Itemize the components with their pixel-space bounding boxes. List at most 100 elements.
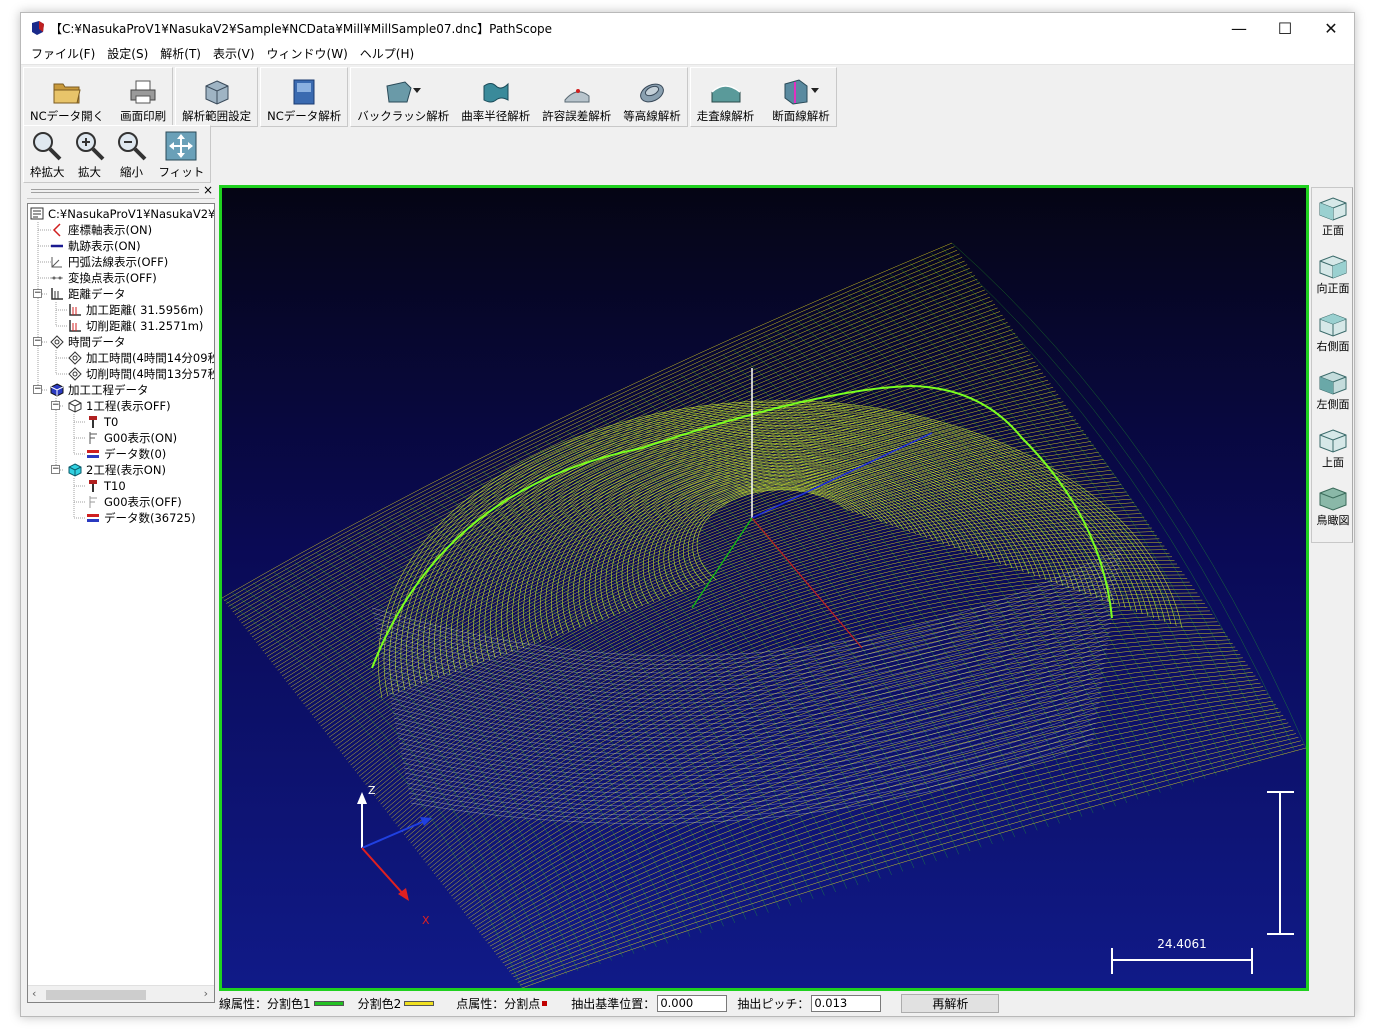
title-bar: 【C:¥NasukaProV1¥NasukaV2¥Sample¥NCData¥M…: [21, 13, 1354, 43]
backlash-analysis-button[interactable]: バックラッシ解析: [354, 70, 452, 124]
arc-normal-icon: [50, 255, 64, 269]
tree-p2-count[interactable]: データ数(36725): [86, 510, 196, 526]
zoom-out-button[interactable]: 縮小: [113, 128, 151, 180]
base-position-input[interactable]: 0.000: [657, 994, 728, 1012]
view-bird-button[interactable]: 鳥瞰図: [1312, 478, 1354, 536]
tool-icon: [86, 415, 100, 429]
document-icon: [30, 207, 44, 221]
toolpath-viewport[interactable]: Z X 24.4061: [219, 185, 1309, 991]
zoom-out-icon: [117, 132, 146, 161]
view-front-button[interactable]: 正面: [1312, 188, 1354, 246]
scale-value: 24.4061: [1157, 937, 1207, 951]
tree-process2[interactable]: 2工程(表示ON): [68, 462, 166, 478]
menu-settings[interactable]: 設定(S): [101, 45, 154, 62]
scroll-left-icon[interactable]: ‹: [32, 987, 36, 1000]
tolerance-analysis-button[interactable]: 許容誤差解析: [539, 70, 614, 124]
nc-book-icon: [293, 79, 315, 105]
scanline-analysis-button[interactable]: 走査線解析: [694, 70, 758, 124]
tree-machining-time[interactable]: 加工時間(4時間14分09秒: [68, 350, 214, 366]
line-color2-swatch: [404, 1000, 435, 1006]
pitch-input[interactable]: 0.013: [811, 994, 882, 1012]
contour-analysis-button[interactable]: 等高線解析: [620, 70, 684, 124]
menu-bar: ファイル(F) 設定(S) 解析(T) 表示(V) ウィンドウ(W) ヘルプ(H…: [21, 43, 1354, 65]
point-attr-status: 点属性：分割点: [456, 995, 548, 1012]
backlash-icon: [386, 81, 422, 103]
section-analysis-button[interactable]: 断面線解析: [769, 70, 833, 124]
tree-convert-points[interactable]: 変換点表示(OFF): [50, 270, 157, 286]
toolpath-canvas[interactable]: Z X 24.4061: [222, 188, 1306, 988]
zoom-in-icon: [75, 132, 104, 161]
axis-x-label: X: [422, 914, 430, 927]
menu-help[interactable]: ヘルプ(H): [354, 45, 420, 62]
expander-process2[interactable]: −: [51, 465, 60, 474]
expander-time[interactable]: −: [33, 337, 42, 346]
tree-p1-count[interactable]: データ数(0): [86, 446, 166, 462]
scanline-icon: [711, 85, 741, 103]
cube-top-icon: [1319, 429, 1347, 453]
folder-icon: [53, 83, 81, 104]
zoom-frame-button[interactable]: 枠拡大: [28, 128, 67, 180]
scroll-thumb[interactable]: [46, 990, 146, 1000]
split-color2-status: 分割色2: [358, 995, 435, 1012]
solid-cube-icon: [68, 463, 82, 477]
menu-window[interactable]: ウィンドウ(W): [261, 45, 354, 62]
minimize-button[interactable]: —: [1216, 13, 1262, 43]
view-top-button[interactable]: 上面: [1312, 420, 1354, 478]
axis-icon: [50, 223, 64, 237]
tree-distance[interactable]: 距離データ: [50, 286, 126, 302]
magnifier-icon: [33, 132, 62, 161]
window-title: 【C:¥NasukaProV1¥NasukaV2¥Sample¥NCData¥M…: [50, 21, 553, 36]
tree-path[interactable]: 軌跡表示(ON): [50, 238, 141, 254]
menu-file[interactable]: ファイル(F): [25, 45, 101, 62]
line-color1-swatch: [313, 1000, 344, 1006]
tool-icon: [86, 479, 100, 493]
panel-close-button[interactable]: ×: [203, 183, 213, 197]
expander-distance[interactable]: −: [33, 289, 42, 298]
print-button[interactable]: 画面印刷: [117, 70, 169, 124]
view-left-button[interactable]: 左側面: [1312, 362, 1354, 420]
g00-icon: [86, 431, 100, 445]
nc-analysis-button[interactable]: NCデータ解析: [264, 70, 344, 124]
close-button[interactable]: ✕: [1308, 13, 1354, 43]
tree-cutting-time[interactable]: 切削時間(4時間13分57秒: [68, 366, 214, 382]
tolerance-icon: [564, 89, 590, 103]
open-nc-button[interactable]: NCデータ開く: [27, 70, 107, 124]
curvature-icon: [483, 82, 509, 103]
tree-p2-g00[interactable]: G00表示(OFF): [86, 494, 182, 510]
tree-process1[interactable]: 1工程(表示OFF): [68, 398, 171, 414]
tree-root[interactable]: C:¥NasukaProV1¥NasukaV2¥Sa: [30, 206, 214, 222]
base-position-field: 抽出基準位置： 0.000: [571, 994, 728, 1012]
process-cube-icon: [50, 383, 64, 397]
curvature-analysis-button[interactable]: 曲率半径解析: [458, 70, 533, 124]
tree-process-data[interactable]: 加工工程データ: [50, 382, 149, 398]
expander-process-data[interactable]: −: [33, 385, 42, 394]
view-back-button[interactable]: 向正面: [1312, 246, 1354, 304]
status-bar: 線属性：分割色1 分割色2 点属性：分割点 抽出基準位置： 0.000 抽出ピッ…: [219, 992, 1319, 1014]
pitch-field: 抽出ピッチ： 0.013: [737, 994, 882, 1012]
maximize-button[interactable]: ☐: [1262, 13, 1308, 43]
tree-arc-normal[interactable]: 円弧法線表示(OFF): [50, 254, 168, 270]
menu-analysis[interactable]: 解析(T): [154, 45, 207, 62]
scroll-right-icon[interactable]: ›: [204, 987, 208, 1000]
expander-process1[interactable]: −: [51, 401, 60, 410]
tree-horizontal-scrollbar[interactable]: ‹ ›: [28, 985, 214, 1002]
menu-view[interactable]: 表示(V): [207, 45, 261, 62]
tree-p1-tool[interactable]: T0: [86, 414, 118, 430]
tree-axis[interactable]: 座標軸表示(ON): [50, 222, 152, 238]
data-count-icon: [86, 447, 100, 461]
zoom-in-button[interactable]: 拡大: [71, 128, 109, 180]
tree-machining-distance[interactable]: 加工距離( 31.5956m): [68, 302, 203, 318]
tree-p2-tool[interactable]: T10: [86, 478, 126, 494]
cube-bird-icon: [1319, 487, 1347, 511]
analysis-range-button[interactable]: 解析範囲設定: [179, 70, 254, 124]
tree-time[interactable]: 時間データ: [50, 334, 126, 350]
tree-cutting-distance[interactable]: 切削距離( 31.2571m): [68, 318, 203, 334]
reanalyze-button[interactable]: 再解析: [901, 993, 1000, 1013]
data-tree-panel: × C:¥NasukaProV1¥NasukaV2¥Sa 座標軸表示(ON) 軌…: [27, 183, 215, 1007]
view-right-button[interactable]: 右側面: [1312, 304, 1354, 362]
ruler-icon: [68, 319, 82, 333]
section-icon: [784, 79, 820, 105]
panel-grip[interactable]: [31, 189, 199, 193]
tree-p1-g00[interactable]: G00表示(ON): [86, 430, 177, 446]
fit-button[interactable]: フィット: [157, 128, 207, 180]
